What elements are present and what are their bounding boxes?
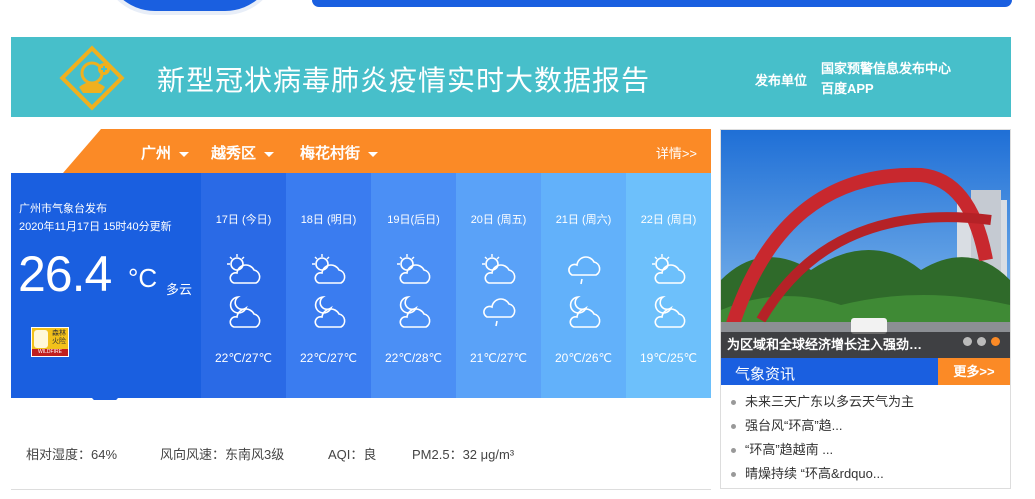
news-header: 气象资讯 更多>> bbox=[721, 358, 1010, 385]
forecast-day[interactable]: 22日 (周日) 19℃/25℃ bbox=[626, 173, 711, 398]
partly-cloudy-icon bbox=[227, 254, 261, 284]
carousel-dot[interactable] bbox=[977, 337, 986, 346]
publisher-label: 发布单位 bbox=[755, 73, 808, 88]
city-label: 广州 bbox=[141, 145, 172, 162]
forecast-date: 21日 (周六) bbox=[555, 214, 612, 226]
forecast-date: 17日 (今日) bbox=[215, 214, 272, 226]
news-item[interactable]: 未来三天广东以多云天气为主 bbox=[731, 390, 914, 414]
temperature-unit: °C bbox=[128, 263, 158, 293]
current-weather: 广州市气象台发布 2020年11月17日 15时40分更新 26.4 °C 多云… bbox=[11, 173, 201, 398]
news-item[interactable]: 晴燥持续 “环高&rdquo... bbox=[731, 462, 914, 486]
aqi-stat: AQI：良 bbox=[328, 447, 377, 462]
page: 新型冠状病毒肺炎疫情实时大数据报告 发布单位 国家预警信息发布中心 百度APP … bbox=[0, 0, 1035, 499]
forecast-date: 19日(后日) bbox=[387, 214, 440, 226]
news-list: 未来三天广东以多云天气为主 强台风“环高”趋... “环高”趋越南 ... 晴燥… bbox=[731, 390, 914, 486]
weather-source: 广州市气象台发布 2020年11月17日 15时40分更新 bbox=[19, 200, 172, 236]
epidemic-report-logo-icon bbox=[59, 45, 125, 111]
forecast-temp: 22℃/27℃ bbox=[215, 351, 272, 365]
cloudy-night-icon bbox=[399, 295, 431, 328]
forecast-date: 18日 (明日) bbox=[300, 214, 357, 226]
partly-cloudy-icon bbox=[652, 254, 686, 284]
updated-time: 2020年11月17日 15时40分更新 bbox=[19, 221, 172, 233]
current-temperature: 26.4 bbox=[18, 246, 112, 302]
forecast-day[interactable]: 17日 (今日) 22℃/27℃ bbox=[201, 173, 286, 398]
forecast-temp: 22℃/27℃ bbox=[300, 351, 357, 365]
forecast-temp: 20℃/26℃ bbox=[555, 351, 612, 365]
partly-cloudy-icon bbox=[312, 254, 346, 284]
light-rain-icon bbox=[568, 256, 601, 285]
forecast-day[interactable]: 18日 (明日) 22℃/27℃ bbox=[286, 173, 371, 398]
wind-stat: 风向风速：东南风3级 bbox=[160, 447, 285, 462]
partly-cloudy-icon bbox=[482, 254, 516, 284]
district-label: 越秀区 bbox=[211, 145, 257, 162]
carousel-dot-active[interactable] bbox=[991, 337, 1000, 346]
cloudy-night-icon bbox=[229, 295, 261, 328]
pm25-stat: PM2.5：32 μg/m³ bbox=[412, 447, 515, 462]
arch-photo-icon bbox=[721, 130, 1010, 358]
news-item[interactable]: “环高”趋越南 ... bbox=[731, 438, 914, 462]
weather-stats: 相对湿度：64% 风向风速：东南风3级 AQI：良 PM2.5：32 μg/m³ bbox=[11, 400, 711, 490]
forecast-date: 22日 (周日) bbox=[640, 214, 697, 226]
news-section-title: 气象资讯 bbox=[735, 366, 796, 383]
humidity-stat: 相对湿度：64% bbox=[26, 447, 118, 462]
partly-cloudy-icon bbox=[397, 254, 431, 284]
chevron-down-icon bbox=[368, 151, 379, 157]
city-select[interactable]: 广州 bbox=[141, 142, 190, 163]
current-condition: 多云 bbox=[166, 282, 193, 297]
carousel-dots bbox=[958, 333, 1000, 351]
carousel-dot[interactable] bbox=[963, 337, 972, 346]
forecast-temp: 22℃/28℃ bbox=[385, 351, 442, 365]
publisher-names: 国家预警信息发布中心 百度APP bbox=[821, 59, 951, 99]
location-bar: 广州 越秀区 梅花村街 详情>> bbox=[63, 129, 711, 173]
forecast-date: 20日 (周五) bbox=[470, 214, 527, 226]
header-bar bbox=[312, 0, 1012, 7]
news-carousel-image[interactable]: 为区域和全球经济增长注入强劲… bbox=[721, 130, 1010, 358]
publisher-name: 百度APP bbox=[821, 81, 874, 96]
forecast-day[interactable]: 19日(后日) 22℃/28℃ bbox=[371, 173, 456, 398]
district-select[interactable]: 越秀区 bbox=[211, 142, 275, 163]
street-label: 梅花村街 bbox=[300, 145, 361, 162]
cloudy-night-icon bbox=[569, 295, 601, 328]
cloudy-night-icon bbox=[654, 295, 686, 328]
publisher-text: 广州市气象台发布 bbox=[19, 203, 107, 215]
publisher-name: 国家预警信息发布中心 bbox=[821, 61, 952, 76]
details-link[interactable]: 详情>> bbox=[656, 143, 697, 162]
banner-title: 新型冠状病毒肺炎疫情实时大数据报告 bbox=[157, 65, 651, 96]
light-rain-icon bbox=[483, 298, 516, 327]
news-sidebar: 为区域和全球经济增长注入强劲… 气象资讯 更多>> 未来三天广东以多云天气为主 … bbox=[720, 129, 1011, 489]
forecast-day[interactable]: 21日 (周六) 20℃/26℃ bbox=[541, 173, 626, 398]
report-banner[interactable]: 新型冠状病毒肺炎疫情实时大数据报告 发布单位 国家预警信息发布中心 百度APP bbox=[11, 37, 1011, 117]
cloudy-night-icon bbox=[314, 295, 346, 328]
forest-fire-warning-icon[interactable]: 森林 火险 WILDFIRE bbox=[31, 327, 69, 357]
street-select[interactable]: 梅花村街 bbox=[300, 142, 379, 163]
more-news-button[interactable]: 更多>> bbox=[938, 358, 1010, 385]
forecast-day[interactable]: 20日 (周五) 21℃/27℃ bbox=[456, 173, 541, 398]
chevron-down-icon bbox=[264, 151, 275, 157]
forecast-temp: 19℃/25℃ bbox=[640, 351, 697, 365]
chevron-down-icon bbox=[179, 151, 190, 157]
header-decoration bbox=[100, 0, 280, 15]
forecast-temp: 21℃/27℃ bbox=[470, 351, 527, 365]
news-item[interactable]: 强台风“环高”趋... bbox=[731, 414, 914, 438]
